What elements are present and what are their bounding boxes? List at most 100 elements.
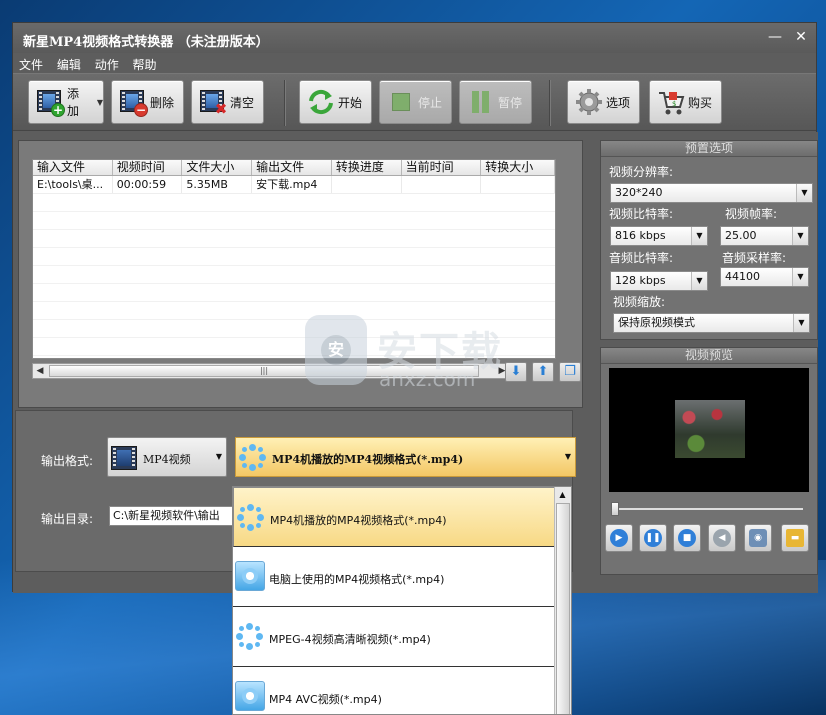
move-up-button[interactable]: ⬆ <box>532 362 554 382</box>
close-button[interactable]: ✕ <box>790 27 812 47</box>
framerate-value: 25.00 <box>725 229 757 242</box>
film-icon <box>111 446 137 470</box>
buy-button-label: 购买 <box>688 95 713 110</box>
video-bitrate-label: 视频比特率: <box>609 207 674 221</box>
delete-button-label: 删除 <box>150 95 175 110</box>
clear-button-label: 清空 <box>230 95 255 110</box>
stop-button[interactable]: 停止 <box>379 80 452 124</box>
options-button-label: 选项 <box>606 95 631 110</box>
file-table: 输入文件 视频时间 文件大小 输出文件 转换进度 当前时间 转换大小 E:\to… <box>32 159 556 359</box>
scale-label: 视频缩放: <box>613 295 666 309</box>
play-button[interactable]: ▶ <box>605 524 633 552</box>
video-preview-header: 视频预览 <box>601 348 817 364</box>
film-clear-icon: ✖ <box>198 87 228 117</box>
dropdown-option-label: 电脑上使用的MP4视频格式(*.mp4) <box>269 573 445 586</box>
dropdown-arrow-icon: ▼ <box>96 97 103 107</box>
dropdown-option[interactable]: MP4 AVC视频(*.mp4) <box>233 667 555 714</box>
format-dots-icon <box>239 444 267 472</box>
audio-bitrate-label: 音频比特率: <box>609 251 674 265</box>
output-format-label: 输出格式: <box>41 454 94 468</box>
col-video-time[interactable]: 视频时间 <box>113 160 183 175</box>
pause-preview-button[interactable]: ❚❚ <box>639 524 667 552</box>
table-grid <box>33 194 555 358</box>
horizontal-scrollbar[interactable]: ◀ ||| ▶ <box>32 363 510 379</box>
buy-button[interactable]: $ 购买 <box>649 80 722 124</box>
scroll-up-icon[interactable]: ▲ <box>555 487 570 502</box>
menu-file[interactable]: 文件 <box>13 53 47 73</box>
col-input-file[interactable]: 输入文件 <box>33 160 113 175</box>
volume-button[interactable]: ◀ <box>708 524 736 552</box>
scroll-left-icon[interactable]: ◀ <box>33 364 47 378</box>
cell-progress <box>332 176 402 193</box>
video-bitrate-value: 816 kbps <box>615 229 666 242</box>
cell-video-time: 00:00:59 <box>113 176 183 193</box>
dropdown-option[interactable]: MP4机播放的MP4视频格式(*.mp4) <box>233 487 555 547</box>
toolbar: + 添加 ▼ − 删除 ✖ 清空 开始 停止 暂停 选项 $ 购买 <box>13 73 816 131</box>
start-button[interactable]: 开始 <box>299 80 372 124</box>
delete-button[interactable]: − 删除 <box>111 80 184 124</box>
cell-file-size: 5.35MB <box>182 176 253 193</box>
video-bitrate-select[interactable]: 816 kbps ▼ <box>610 226 708 246</box>
output-format-dropdown-list: MP4机播放的MP4视频格式(*.mp4) 电脑上使用的MP4视频格式(*.mp… <box>232 486 572 715</box>
film-add-icon: + <box>35 87 65 117</box>
toolbar-separator <box>284 80 286 126</box>
dropdown-scroll-thumb[interactable] <box>556 503 570 714</box>
chevron-down-icon: ▼ <box>215 452 222 461</box>
output-dir-input[interactable]: C:\新星视频软件\输出 <box>109 506 233 526</box>
move-down-button[interactable]: ⬇ <box>505 362 527 382</box>
open-folder-button[interactable]: ▬ <box>781 524 809 552</box>
add-button[interactable]: + 添加 ▼ <box>28 80 104 124</box>
col-converted-size[interactable]: 转换大小 <box>481 160 555 175</box>
disc-icon <box>235 561 265 591</box>
col-output-file[interactable]: 输出文件 <box>252 160 332 175</box>
chevron-down-icon: ▼ <box>792 227 808 245</box>
copy-button[interactable]: ❐ <box>559 362 581 382</box>
seek-handle[interactable] <box>611 502 619 516</box>
toolbar-separator <box>549 80 551 126</box>
seek-slider[interactable] <box>609 502 809 516</box>
options-button[interactable]: 选项 <box>567 80 640 124</box>
col-progress[interactable]: 转换进度 <box>332 160 402 175</box>
menu-action[interactable]: 动作 <box>89 53 123 73</box>
chevron-down-icon: ▼ <box>792 268 808 286</box>
disc-icon <box>235 681 265 711</box>
framerate-select[interactable]: 25.00 ▼ <box>720 226 809 246</box>
chevron-down-icon: ▼ <box>796 184 812 202</box>
seek-track <box>615 508 803 510</box>
film-remove-icon: − <box>118 87 148 117</box>
menu-edit[interactable]: 编辑 <box>51 53 85 73</box>
dropdown-option[interactable]: MPEG-4视频高清晰视频(*.mp4) <box>233 607 555 667</box>
pause-button[interactable]: 暂停 <box>459 80 532 124</box>
speaker-icon: ◀ <box>713 529 731 547</box>
stop-icon: ■ <box>678 529 696 547</box>
video-preview-area <box>609 368 809 492</box>
resolution-label: 视频分辨率: <box>609 165 674 179</box>
camera-icon: ◉ <box>749 529 767 547</box>
col-current-time[interactable]: 当前时间 <box>402 160 482 175</box>
format-category-select[interactable]: MP4视频 ▼ <box>107 437 227 477</box>
samplerate-label: 音频采样率: <box>722 251 787 265</box>
clear-button[interactable]: ✖ 清空 <box>191 80 264 124</box>
minimize-button[interactable]: — <box>764 27 786 47</box>
resolution-select[interactable]: 320*240 ▼ <box>610 183 813 203</box>
dropdown-option[interactable]: 电脑上使用的MP4视频格式(*.mp4) <box>233 547 555 607</box>
col-file-size[interactable]: 文件大小 <box>182 160 253 175</box>
scroll-thumb[interactable]: ||| <box>49 365 479 377</box>
stop-preview-button[interactable]: ■ <box>673 524 701 552</box>
output-dir-label: 输出目录: <box>41 512 94 526</box>
start-button-label: 开始 <box>338 95 363 110</box>
add-button-label: 添加 <box>67 87 80 118</box>
table-row[interactable]: E:\tools\桌... 00:00:59 5.35MB 安下载.mp4 <box>33 176 555 194</box>
scale-select[interactable]: 保持原视频模式 ▼ <box>613 313 810 333</box>
preset-options-header: 预置选项 <box>601 141 817 157</box>
menu-help[interactable]: 帮助 <box>127 53 161 73</box>
snapshot-button[interactable]: ◉ <box>744 524 772 552</box>
framerate-label: 视频帧率: <box>725 207 778 221</box>
samplerate-select[interactable]: 44100 ▼ <box>720 267 809 287</box>
output-format-select[interactable]: MP4机播放的MP4视频格式(*.mp4) ▼ <box>235 437 576 477</box>
table-header: 输入文件 视频时间 文件大小 输出文件 转换进度 当前时间 转换大小 <box>33 160 555 176</box>
cell-converted-size <box>481 176 555 193</box>
dropdown-scrollbar[interactable]: ▲ <box>554 487 571 714</box>
pause-icon: ❚❚ <box>644 529 662 547</box>
audio-bitrate-select[interactable]: 128 kbps ▼ <box>610 271 708 291</box>
